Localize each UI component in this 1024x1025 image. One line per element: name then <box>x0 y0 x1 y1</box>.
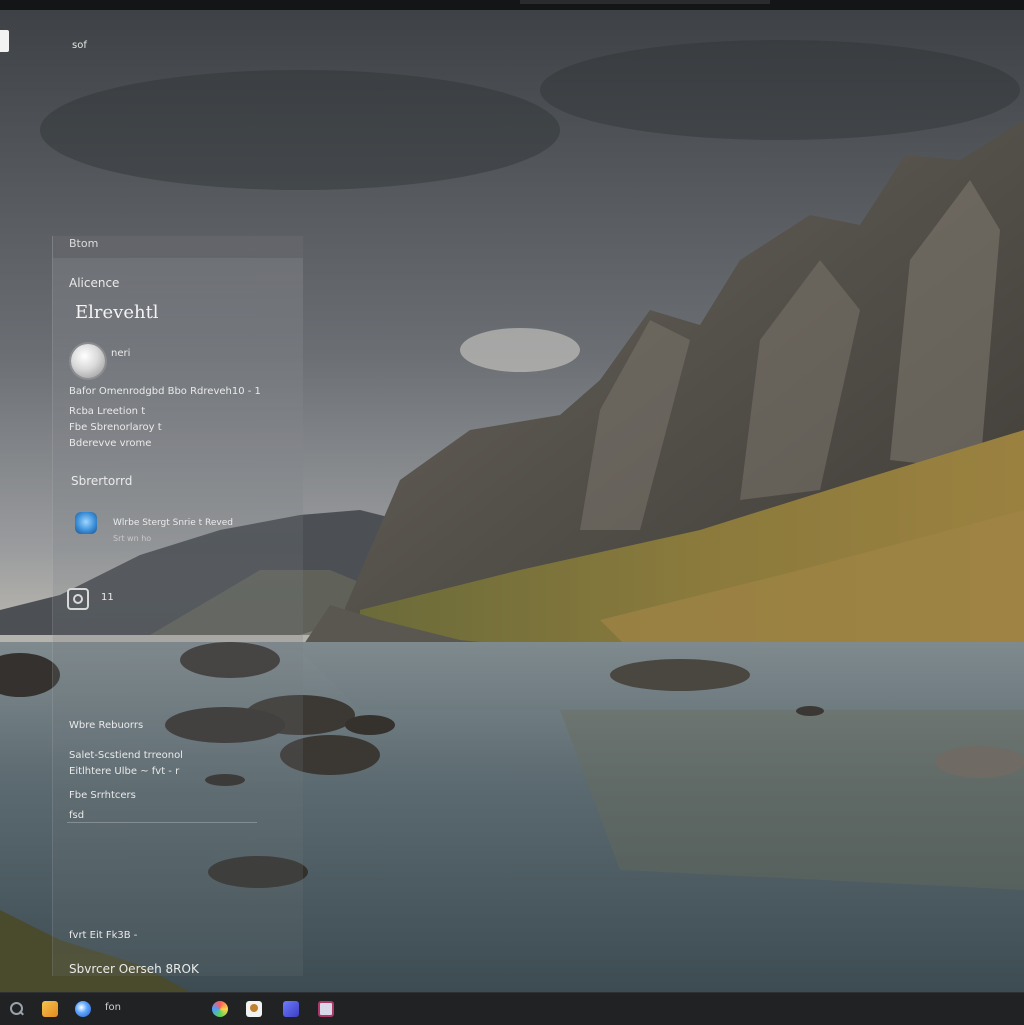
taskbar: fon <box>0 992 1024 1025</box>
info-line: Bderevve vrome <box>69 438 152 449</box>
footer-main-text: Sbvrcer Oerseh 8ROK <box>69 962 199 976</box>
list-item[interactable]: Fbe Srrhtcers <box>69 790 136 801</box>
camera-app-icon[interactable] <box>283 1001 299 1017</box>
document-icon[interactable] <box>246 1001 262 1017</box>
info-line: Bafor Omenrodgbd Bbo Rdreveh10 - 1 <box>69 386 261 397</box>
action-link[interactable]: Sbrertorrd <box>71 474 132 488</box>
settings-label: 11 <box>101 592 114 603</box>
file-explorer-icon[interactable] <box>42 1001 58 1017</box>
top-bar-notch <box>520 0 770 4</box>
settings-icon[interactable] <box>67 588 89 610</box>
app-globe-icon[interactable] <box>75 512 97 534</box>
info-panel: Btom Alicence Elrevehtl neri Bafor Omenr… <box>52 236 303 976</box>
section-label: Alicence <box>69 276 120 290</box>
list-item[interactable]: Wbre Rebuorrs <box>69 720 143 731</box>
app-secondary-label: Srt wn ho <box>113 534 152 543</box>
panel-header: Btom <box>53 236 303 258</box>
list-item[interactable]: Eitlhtere Ulbe ~ fvt - r <box>69 766 179 777</box>
list-item[interactable]: Salet-Scstiend trreonol <box>69 750 183 761</box>
profile-avatar[interactable] <box>71 344 105 378</box>
info-line: Rcba Lreetion t <box>69 406 146 417</box>
footer-small-text: fvrt Eit Fk3B - <box>69 930 138 941</box>
list-item[interactable]: fsd <box>69 810 84 821</box>
media-app-icon[interactable] <box>318 1001 334 1017</box>
info-line: Fbe Sbrenorlaroy t <box>69 422 162 433</box>
browser-icon[interactable] <box>75 1001 91 1017</box>
desktop-corner-label: sof <box>72 40 87 51</box>
panel-header-label: Btom <box>69 237 99 250</box>
profile-name: neri <box>111 348 131 359</box>
color-wheel-icon[interactable] <box>212 1001 228 1017</box>
panel-title: Elrevehtl <box>75 302 159 323</box>
search-icon[interactable] <box>9 1001 25 1017</box>
taskbar-label: fon <box>105 1002 121 1013</box>
desktop-app-icon[interactable] <box>0 30 9 52</box>
app-primary-label[interactable]: Wlrbe Stergt Snrie t Reved <box>113 518 233 528</box>
top-bar <box>0 0 1024 10</box>
list-divider <box>67 822 257 823</box>
